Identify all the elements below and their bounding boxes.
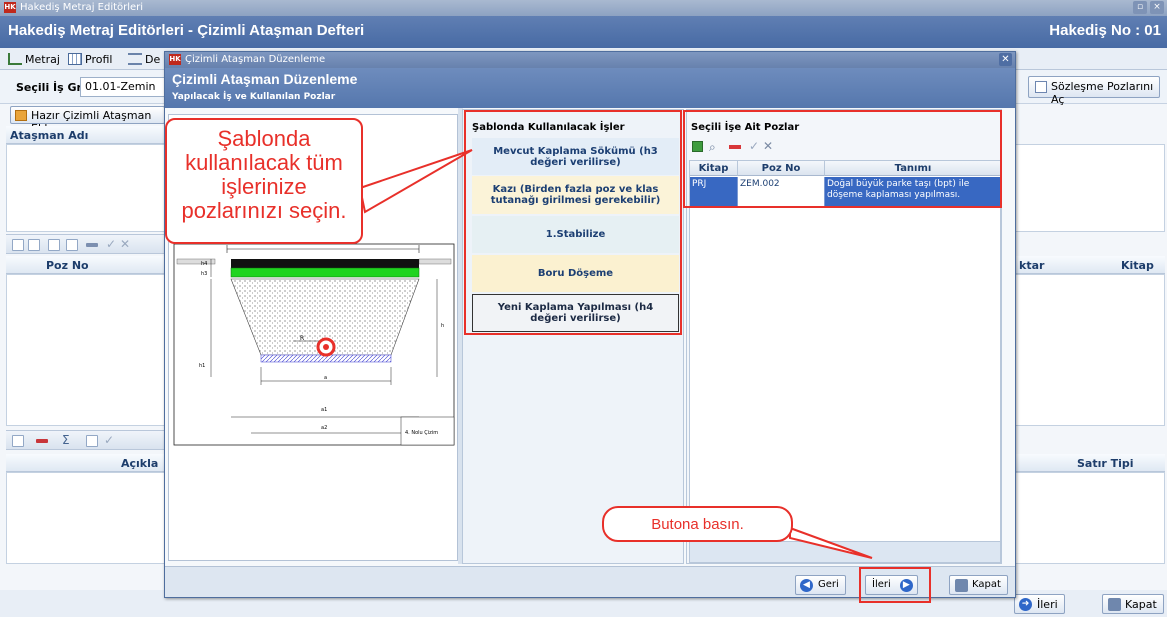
instruction-line-1: Şablonda: [217, 126, 311, 151]
instruction-line-4: pozlarınızı seçin.: [181, 198, 347, 223]
instruction-line-2: kullanılacak tüm: [185, 150, 343, 175]
instruction-line-3: işlerinize: [221, 174, 307, 199]
press-button-callout: Butona basın.: [602, 506, 793, 542]
press-button-text: Butona basın.: [651, 516, 744, 533]
instruction-callout: Şablonda kullanılacak tüm işlerinize poz…: [165, 118, 363, 244]
callout-pointers: [358, 149, 873, 559]
